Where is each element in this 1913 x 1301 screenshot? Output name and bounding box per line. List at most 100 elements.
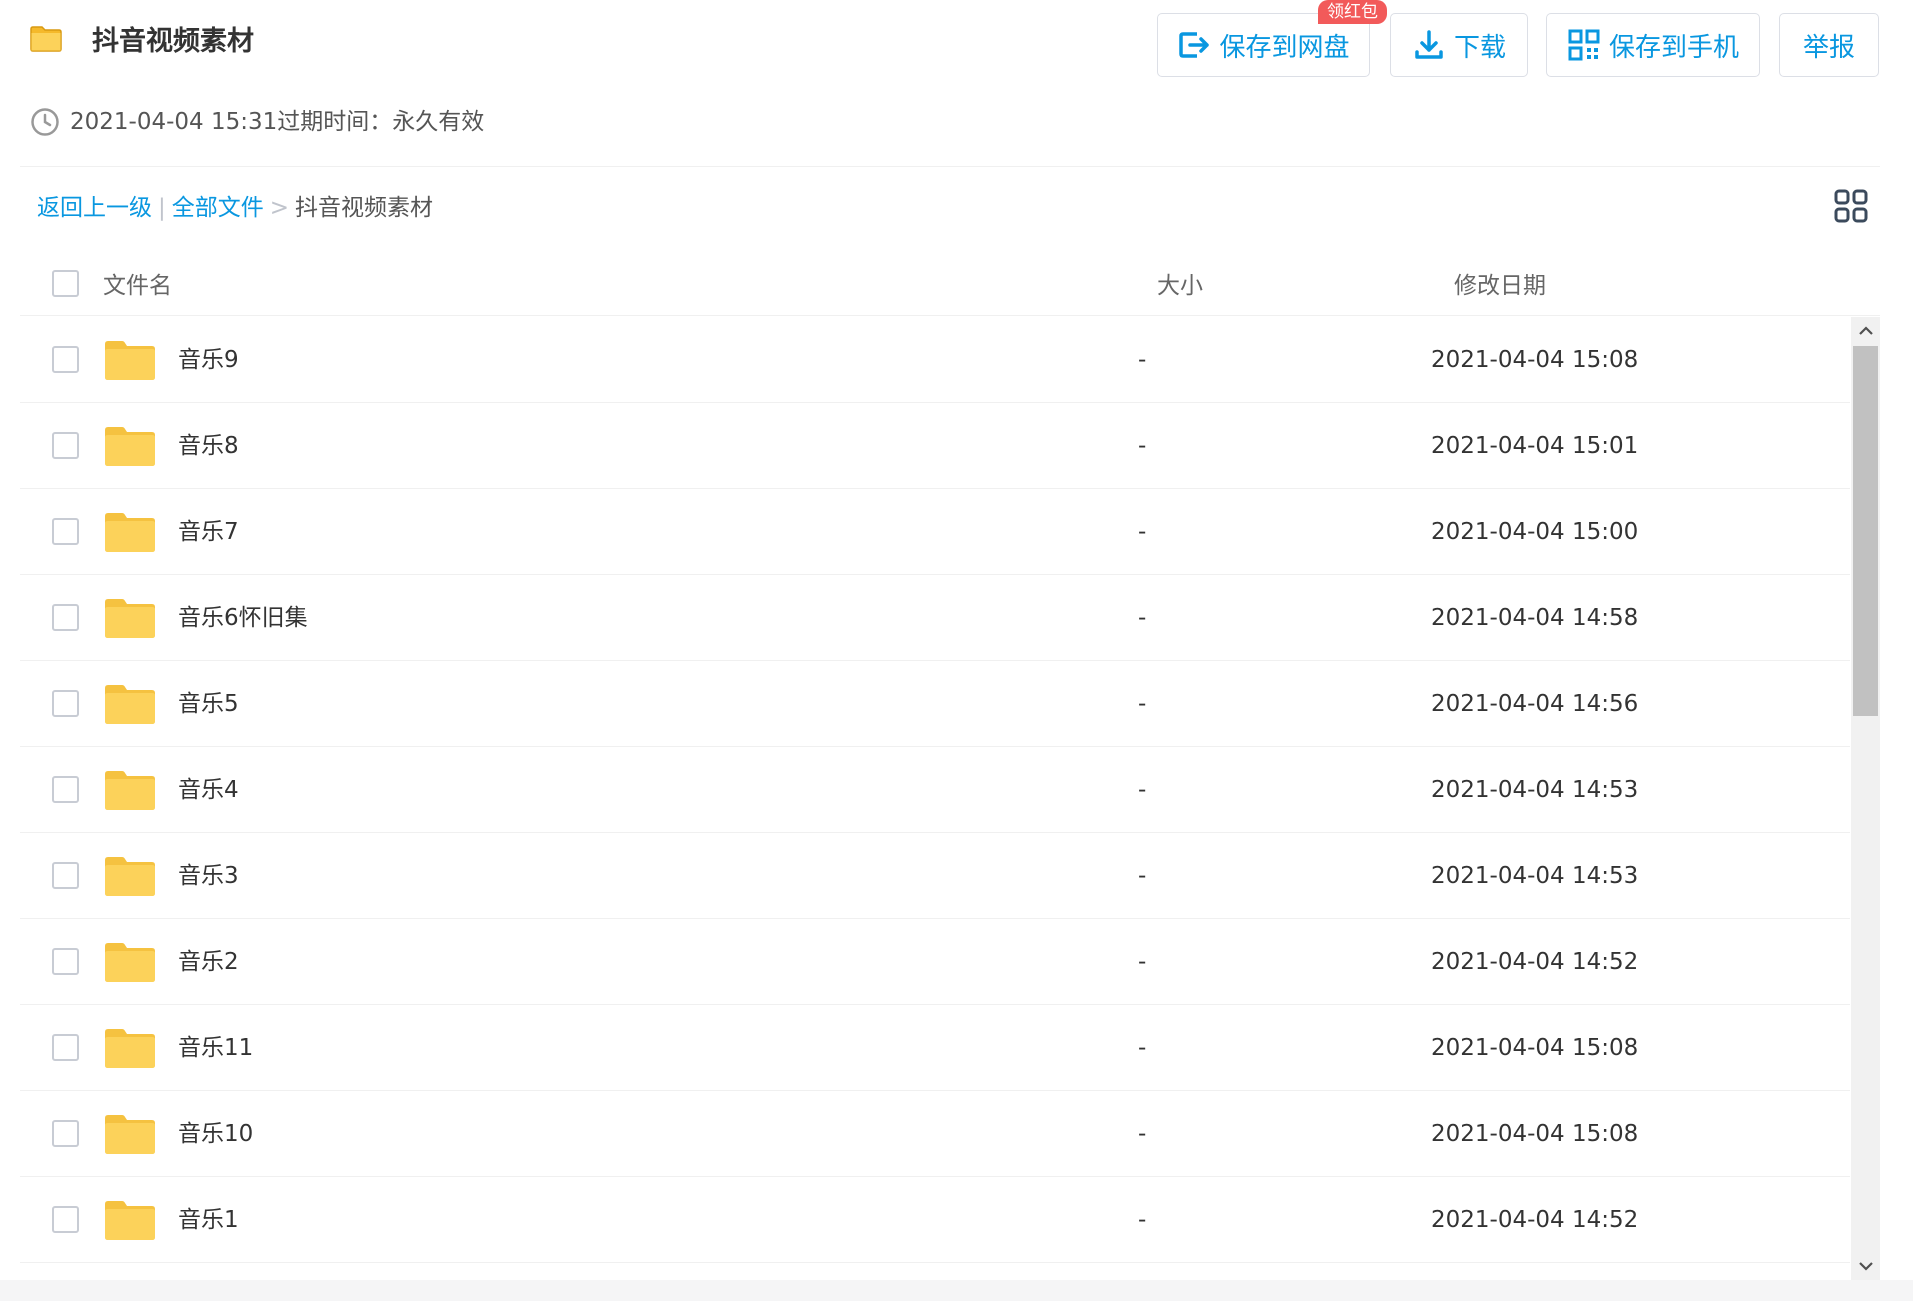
grid-view-icon[interactable] [1834, 189, 1868, 223]
file-date: 2021-04-04 15:08 [1431, 347, 1639, 373]
scrollbar[interactable] [1851, 317, 1880, 1280]
download-button[interactable]: 下载 [1390, 13, 1528, 77]
folder-icon [105, 1115, 155, 1154]
download-icon [1415, 30, 1443, 59]
row-checkbox[interactable] [52, 1120, 79, 1147]
file-name[interactable]: 音乐1 [178, 1202, 239, 1238]
file-name[interactable]: 音乐9 [178, 342, 239, 378]
file-size: - [1138, 1207, 1147, 1233]
table-row[interactable]: 音乐6怀旧集 - 2021-04-04 14:58 [20, 575, 1850, 661]
chevron-down-icon [1858, 1262, 1873, 1271]
scroll-down-arrow[interactable] [1851, 1252, 1880, 1280]
file-size: - [1138, 949, 1147, 975]
select-all-checkbox[interactable] [52, 270, 79, 297]
file-date: 2021-04-04 15:08 [1431, 1121, 1639, 1147]
back-link[interactable]: 返回上一级 [37, 190, 152, 226]
expire-label: 过期时间：永久有效 [277, 109, 485, 135]
column-name[interactable]: 文件名 [103, 266, 172, 300]
chevron-up-icon [1858, 326, 1873, 335]
file-size: - [1138, 1035, 1147, 1061]
file-size: - [1138, 519, 1147, 545]
file-name[interactable]: 音乐8 [178, 428, 239, 464]
file-date: 2021-04-04 15:00 [1431, 519, 1639, 545]
scroll-up-arrow[interactable] [1851, 317, 1880, 345]
row-checkbox[interactable] [52, 346, 79, 373]
table-row[interactable]: 音乐2 - 2021-04-04 14:52 [20, 919, 1850, 1005]
file-date: 2021-04-04 14:52 [1431, 949, 1639, 975]
file-date: 2021-04-04 15:01 [1431, 433, 1639, 459]
table-row[interactable]: 音乐1 - 2021-04-04 14:52 [20, 1177, 1850, 1263]
file-size: - [1138, 1121, 1147, 1147]
row-checkbox[interactable] [52, 518, 79, 545]
folder-icon [105, 427, 155, 466]
table-row[interactable]: 音乐3 - 2021-04-04 14:53 [20, 833, 1850, 919]
breadcrumb-current: 抖音视频素材 [295, 195, 434, 221]
folder-icon [105, 599, 155, 638]
folder-icon [105, 857, 155, 896]
file-date: 2021-04-04 14:56 [1431, 691, 1639, 717]
file-date: 2021-04-04 14:53 [1431, 863, 1639, 889]
table-row[interactable]: 音乐8 - 2021-04-04 15:01 [20, 403, 1850, 489]
column-size[interactable]: 大小 [1157, 266, 1203, 300]
download-label: 下载 [1453, 32, 1506, 63]
file-list: 音乐9 - 2021-04-04 15:08 音乐8 - 2021-04-04 15:01… [20, 317, 1850, 1263]
save-to-disk-label: 保存到网盘 [1219, 32, 1350, 63]
row-checkbox[interactable] [52, 604, 79, 631]
share-meta: 2021-04-04 15:31 过期时间：永久有效 [30, 104, 484, 140]
file-name[interactable]: 音乐11 [178, 1030, 253, 1066]
folder-icon [105, 341, 155, 380]
file-name[interactable]: 音乐2 [178, 944, 239, 980]
file-date: 2021-04-04 14:58 [1431, 605, 1639, 631]
row-checkbox[interactable] [52, 690, 79, 717]
file-date: 2021-04-04 14:53 [1431, 777, 1639, 803]
row-checkbox[interactable] [52, 432, 79, 459]
table-row[interactable]: 音乐4 - 2021-04-04 14:53 [20, 747, 1850, 833]
file-name[interactable]: 音乐7 [178, 514, 239, 550]
all-files-link[interactable]: 全部文件 [172, 190, 264, 226]
folder-icon [105, 513, 155, 552]
page-title: 抖音视频素材 [92, 26, 254, 57]
row-checkbox[interactable] [52, 1206, 79, 1233]
table-row[interactable]: 音乐7 - 2021-04-04 15:00 [20, 489, 1850, 575]
table-header: 文件名 大小 修改日期 [20, 260, 1880, 316]
save-to-phone-button[interactable]: 保存到手机 [1546, 13, 1760, 77]
file-name[interactable]: 音乐4 [178, 772, 239, 808]
share-panel: 抖音视频素材 2021-04-04 15:31 过期时间：永久有效 保存到网盘 … [0, 0, 1913, 1280]
row-checkbox[interactable] [52, 948, 79, 975]
row-checkbox[interactable] [52, 776, 79, 803]
folder-icon [105, 771, 155, 810]
qr-code-icon [1568, 29, 1600, 61]
file-name[interactable]: 音乐5 [178, 686, 239, 722]
save-to-disk-icon [1179, 32, 1210, 58]
divider [20, 166, 1880, 167]
column-date[interactable]: 修改日期 [1454, 266, 1546, 300]
file-name[interactable]: 音乐10 [178, 1116, 253, 1152]
breadcrumb-divider: | [158, 195, 166, 221]
table-row[interactable]: 音乐11 - 2021-04-04 15:08 [20, 1005, 1850, 1091]
file-name[interactable]: 音乐6怀旧集 [178, 600, 308, 636]
row-checkbox[interactable] [52, 862, 79, 889]
table-row[interactable]: 音乐9 - 2021-04-04 15:08 [20, 317, 1850, 403]
file-date: 2021-04-04 15:08 [1431, 1035, 1639, 1061]
file-name[interactable]: 音乐3 [178, 858, 239, 894]
file-size: - [1138, 605, 1147, 631]
file-size: - [1138, 347, 1147, 373]
breadcrumb: 返回上一级 | 全部文件 > 抖音视频素材 [37, 190, 433, 226]
table-row[interactable]: 音乐10 - 2021-04-04 15:08 [20, 1091, 1850, 1177]
folder-icon [105, 685, 155, 724]
table-row[interactable]: 音乐5 - 2021-04-04 14:56 [20, 661, 1850, 747]
folder-icon [105, 1029, 155, 1068]
red-packet-badge[interactable]: 领红包 [1318, 0, 1387, 24]
save-to-phone-label: 保存到手机 [1608, 32, 1739, 63]
file-size: - [1138, 777, 1147, 803]
clock-icon [31, 108, 59, 136]
row-checkbox[interactable] [52, 1034, 79, 1061]
file-date: 2021-04-04 14:52 [1431, 1207, 1639, 1233]
scroll-thumb[interactable] [1853, 346, 1878, 716]
report-label: 举报 [1802, 32, 1855, 63]
created-time: 2021-04-04 15:31 [70, 109, 278, 135]
breadcrumb-separator: > [269, 195, 290, 221]
folder-icon [105, 943, 155, 982]
folder-icon [105, 1201, 155, 1240]
report-button[interactable]: 举报 [1779, 13, 1879, 77]
